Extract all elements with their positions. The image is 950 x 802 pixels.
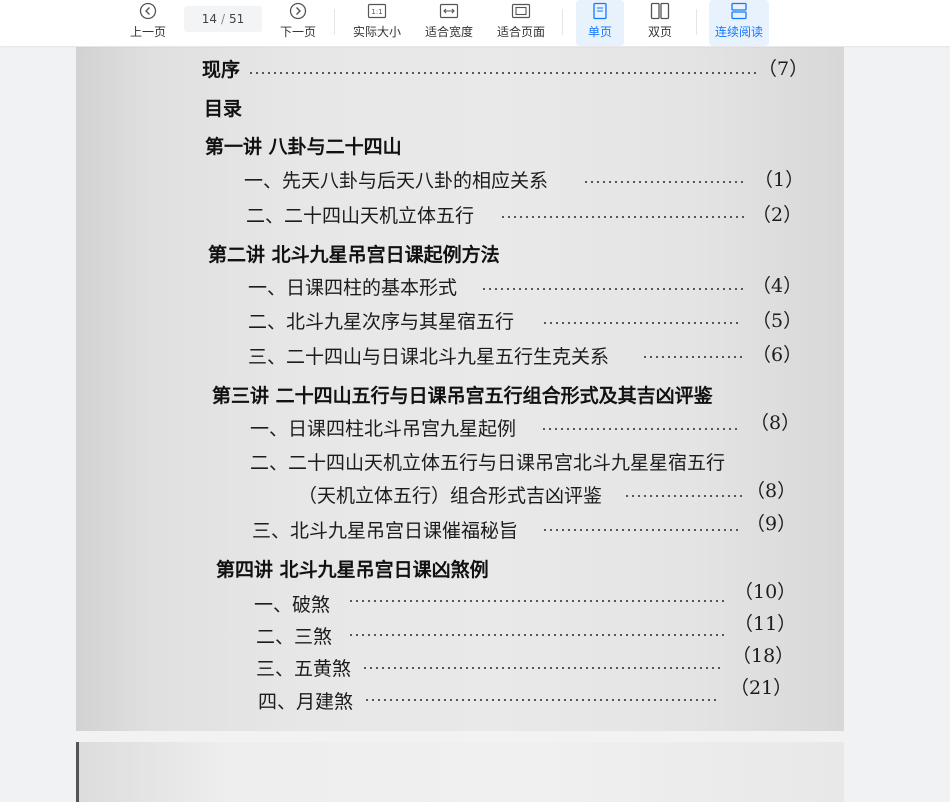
toc-entry-text: 三、五黄煞	[256, 658, 352, 680]
continuous-reading-label: 连续阅读	[714, 25, 763, 39]
current-page-number[interactable]: 14	[202, 12, 217, 26]
prev-page-label: 上一页	[129, 25, 166, 39]
viewer-toolbar: 上一页 14 / 51 下一页 1:1 实际大小 适合宽度 适合页面 单页 双页…	[0, 0, 950, 46]
leader-dots	[364, 699, 718, 701]
toc-chapter-heading: 第一讲 八卦与二十四山	[205, 136, 402, 158]
toc-entry-text: 二、北斗九星次序与其星宿五行	[248, 311, 515, 333]
leader-dots	[348, 634, 728, 636]
single-page-label: 单页	[587, 25, 612, 39]
toc-entry-text: 三、二十四山与日课北斗九星五行生克关系	[248, 346, 610, 368]
toc-page-number: （8）	[746, 480, 797, 502]
leader-dots	[248, 72, 756, 74]
leader-dots	[542, 322, 742, 324]
toc-entry-text: 二、二十四山天机立体五行与日课吊宫北斗九星星宿五行	[250, 452, 726, 474]
toc-entry-text: 四、月建煞	[258, 691, 354, 713]
toc-entry-text: 二、三煞	[256, 626, 333, 648]
leader-dots	[624, 495, 742, 497]
toc-entry-text: 一、先天八卦与后天八卦的相应关系	[244, 170, 549, 192]
double-page-label: 双页	[647, 25, 672, 39]
double-page-button[interactable]: 双页	[638, 0, 682, 46]
fit-width-label: 适合宽度	[424, 25, 473, 39]
document-page-next	[76, 742, 844, 802]
toc-chapter-heading: 第三讲 二十四山五行与日课吊宫五行组合形式及其吉凶评鉴	[212, 385, 713, 407]
fit-page-icon	[511, 2, 531, 20]
leader-dots	[481, 288, 743, 290]
leader-dots	[500, 216, 744, 218]
toc-page-number: （5）	[752, 310, 803, 332]
toc-entry-text: 二、二十四山天机立体五行	[246, 205, 475, 227]
leader-dots	[348, 600, 728, 602]
toc-page-number: （21）	[730, 677, 793, 699]
toc-entry-text: 一、日课四柱的基本形式	[248, 277, 458, 299]
toc-entry-text: 现序	[202, 59, 241, 81]
toc-entry-text: 一、日课四柱北斗吊宫九星起例	[250, 418, 517, 440]
actual-size-label: 实际大小	[352, 25, 401, 39]
leader-dots	[642, 356, 742, 358]
fit-width-icon	[439, 2, 459, 20]
next-page-button[interactable]: 下一页	[276, 0, 320, 46]
toc-page-number: （7）	[758, 58, 809, 80]
prev-page-button[interactable]: 上一页	[126, 0, 170, 46]
toc-page-number: （4）	[752, 275, 803, 297]
toc-entry-text: （天机立体五行）组合形式吉凶评鉴	[298, 485, 603, 507]
toc-page-number: （1）	[754, 169, 805, 191]
leader-dots	[541, 428, 739, 430]
toc-page-number: （9）	[746, 513, 797, 535]
chevron-left-circle-icon	[139, 2, 157, 20]
page-separator: /	[220, 12, 226, 26]
toc-page-number: （8）	[750, 412, 801, 434]
toolbar-divider	[562, 9, 563, 35]
double-page-icon	[650, 2, 670, 20]
document-page: 现序 （7） 目录 第一讲 八卦与二十四山 一、先天八卦与后天八卦的相应关系 （…	[76, 47, 844, 731]
single-page-icon	[592, 2, 608, 20]
leader-dots	[362, 667, 720, 669]
toc-page-number: （11）	[734, 613, 797, 635]
toc-page-number: （2）	[752, 204, 803, 226]
toc-entry-text: 一、破煞	[254, 594, 331, 616]
fit-page-button[interactable]: 适合页面	[494, 0, 548, 46]
toolbar-divider	[696, 9, 697, 35]
single-page-button[interactable]: 单页	[576, 0, 624, 46]
chevron-right-circle-icon	[289, 2, 307, 20]
toc-chapter-heading: 第四讲 北斗九星吊宫日课凶煞例	[216, 559, 489, 581]
toolbar-divider	[334, 9, 335, 35]
total-pages: 51	[229, 12, 245, 26]
toc-chapter-heading: 第二讲 北斗九星吊宫日课起例方法	[208, 244, 500, 266]
next-page-label: 下一页	[279, 25, 316, 39]
leader-dots	[542, 529, 738, 531]
toc-page-number: （6）	[752, 344, 803, 366]
fit-width-button[interactable]: 适合宽度	[422, 0, 476, 46]
continuous-reading-button[interactable]: 连续阅读	[709, 0, 769, 46]
actual-size-button[interactable]: 1:1 实际大小	[350, 0, 404, 46]
page-edge	[76, 742, 79, 802]
toc-page-number: （18）	[732, 645, 795, 667]
actual-size-icon: 1:1	[367, 2, 387, 20]
continuous-reading-icon	[730, 2, 748, 20]
toc-entry-text: 三、北斗九星吊宫日课催福秘旨	[252, 520, 519, 542]
fit-page-label: 适合页面	[496, 25, 545, 39]
leader-dots	[583, 181, 745, 183]
toc-page-number: （10）	[734, 581, 797, 603]
page-indicator[interactable]: 14 / 51	[184, 6, 262, 32]
svg-text:1:1: 1:1	[371, 8, 382, 16]
toc-title: 目录	[204, 98, 243, 120]
